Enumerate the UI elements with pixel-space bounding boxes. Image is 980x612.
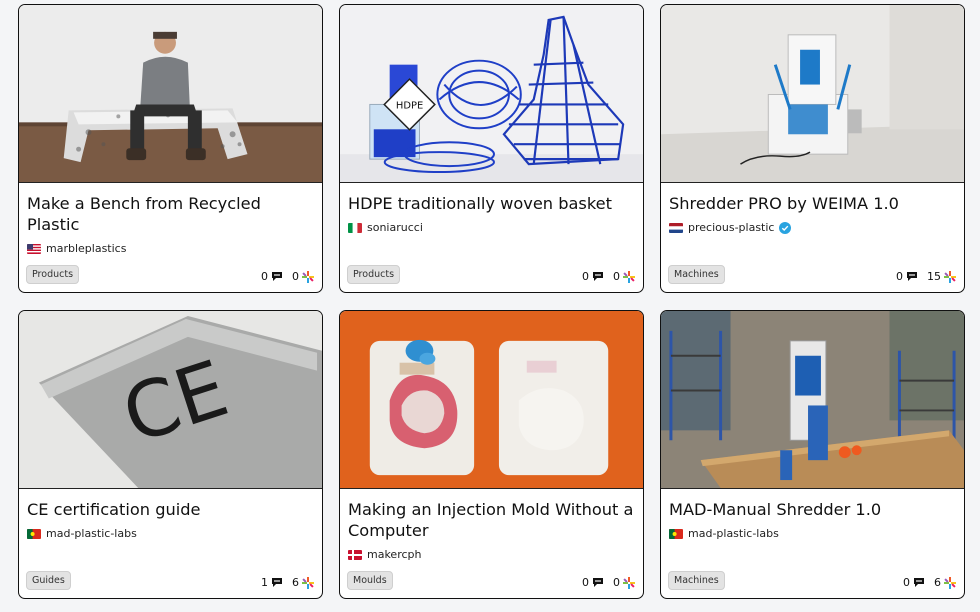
flag-it-icon [348,222,362,233]
card-stats: 0 6 [903,576,956,589]
hdpe-label: HDPE [396,100,423,111]
card-injection-mold[interactable]: Making an Injection Mold Without a Compu… [339,310,644,599]
comment-bubble-icon [914,578,924,587]
author-name[interactable]: marbleplastics [46,242,126,255]
category-tag: Machines [668,571,725,590]
card-author[interactable]: mad-plastic-labs [27,527,137,540]
card-stats: 0 15 [896,270,956,283]
comment-count: 0 [903,576,910,589]
star-burst-icon [944,270,956,283]
author-name[interactable]: mad-plastic-labs [46,527,137,540]
category-tag: Guides [26,571,71,590]
card-image-bench[interactable] [19,5,322,183]
flag-dk-icon [348,549,362,560]
verified-badge-icon [779,221,792,234]
card-stats: 0 0 [582,270,635,283]
card-title[interactable]: Making an Injection Mold Without a Compu… [348,499,635,541]
comment-bubble-icon [593,272,603,281]
flag-pt-icon [669,528,683,539]
card-image-injection-mold[interactable] [340,311,643,489]
card-title[interactable]: HDPE traditionally woven basket [348,193,635,214]
star-burst-icon [623,576,635,589]
star-burst-icon [302,576,314,589]
star-burst-icon [302,270,314,283]
comment-bubble-icon [272,272,282,281]
card-stats: 0 0 [261,270,314,283]
card-ce-guide[interactable]: CE CE certification guide mad-plastic-la… [18,310,323,599]
author-name[interactable]: mad-plastic-labs [688,527,779,540]
comment-count: 0 [261,270,268,283]
comment-bubble-icon [272,578,282,587]
card-bench[interactable]: Make a Bench from Recycled Plastic marbl… [18,4,323,293]
comment-count: 0 [582,576,589,589]
useful-count: 15 [927,270,941,283]
comment-count: 0 [582,270,589,283]
card-shredder-pro[interactable]: Shredder PRO by WEIMA 1.0 precious-plast… [660,4,965,293]
card-title[interactable]: Make a Bench from Recycled Plastic [27,193,314,235]
flag-nl-icon [669,222,683,233]
author-name[interactable]: soniarucci [367,221,423,234]
card-author[interactable]: soniarucci [348,221,423,234]
card-author[interactable]: mad-plastic-labs [669,527,779,540]
useful-count: 6 [292,576,299,589]
useful-count: 0 [613,270,620,283]
card-image-ce-guide[interactable]: CE [19,311,322,489]
useful-count: 6 [934,576,941,589]
card-image-shredder-pro[interactable] [661,5,964,183]
card-author[interactable]: precious-plastic [669,221,792,234]
category-tag: Machines [668,265,725,284]
category-tag: Products [347,265,401,284]
card-image-basket[interactable]: HDPE [340,5,643,183]
author-name[interactable]: precious-plastic [688,221,774,234]
flag-pt-icon [27,528,41,539]
comment-count: 0 [896,270,903,283]
author-name[interactable]: makercph [367,548,421,561]
flag-us-icon [27,243,41,254]
card-title[interactable]: CE certification guide [27,499,314,520]
useful-count: 0 [613,576,620,589]
card-title[interactable]: Shredder PRO by WEIMA 1.0 [669,193,956,214]
star-burst-icon [623,270,635,283]
card-stats: 1 6 [261,576,314,589]
card-basket[interactable]: HDPE HDPE traditionally woven basket son… [339,4,644,293]
card-title[interactable]: MAD-Manual Shredder 1.0 [669,499,956,520]
card-author[interactable]: marbleplastics [27,242,126,255]
card-stats: 0 0 [582,576,635,589]
how-to-grid: Make a Bench from Recycled Plastic marbl… [18,4,966,608]
category-tag: Products [26,265,80,284]
useful-count: 0 [292,270,299,283]
category-tag: Moulds [347,571,393,590]
card-author[interactable]: makercph [348,548,421,561]
card-image-manual-shredder[interactable] [661,311,964,489]
comment-count: 1 [261,576,268,589]
star-burst-icon [944,576,956,589]
card-manual-shredder[interactable]: MAD-Manual Shredder 1.0 mad-plastic-labs… [660,310,965,599]
comment-bubble-icon [593,578,603,587]
comment-bubble-icon [907,272,917,281]
